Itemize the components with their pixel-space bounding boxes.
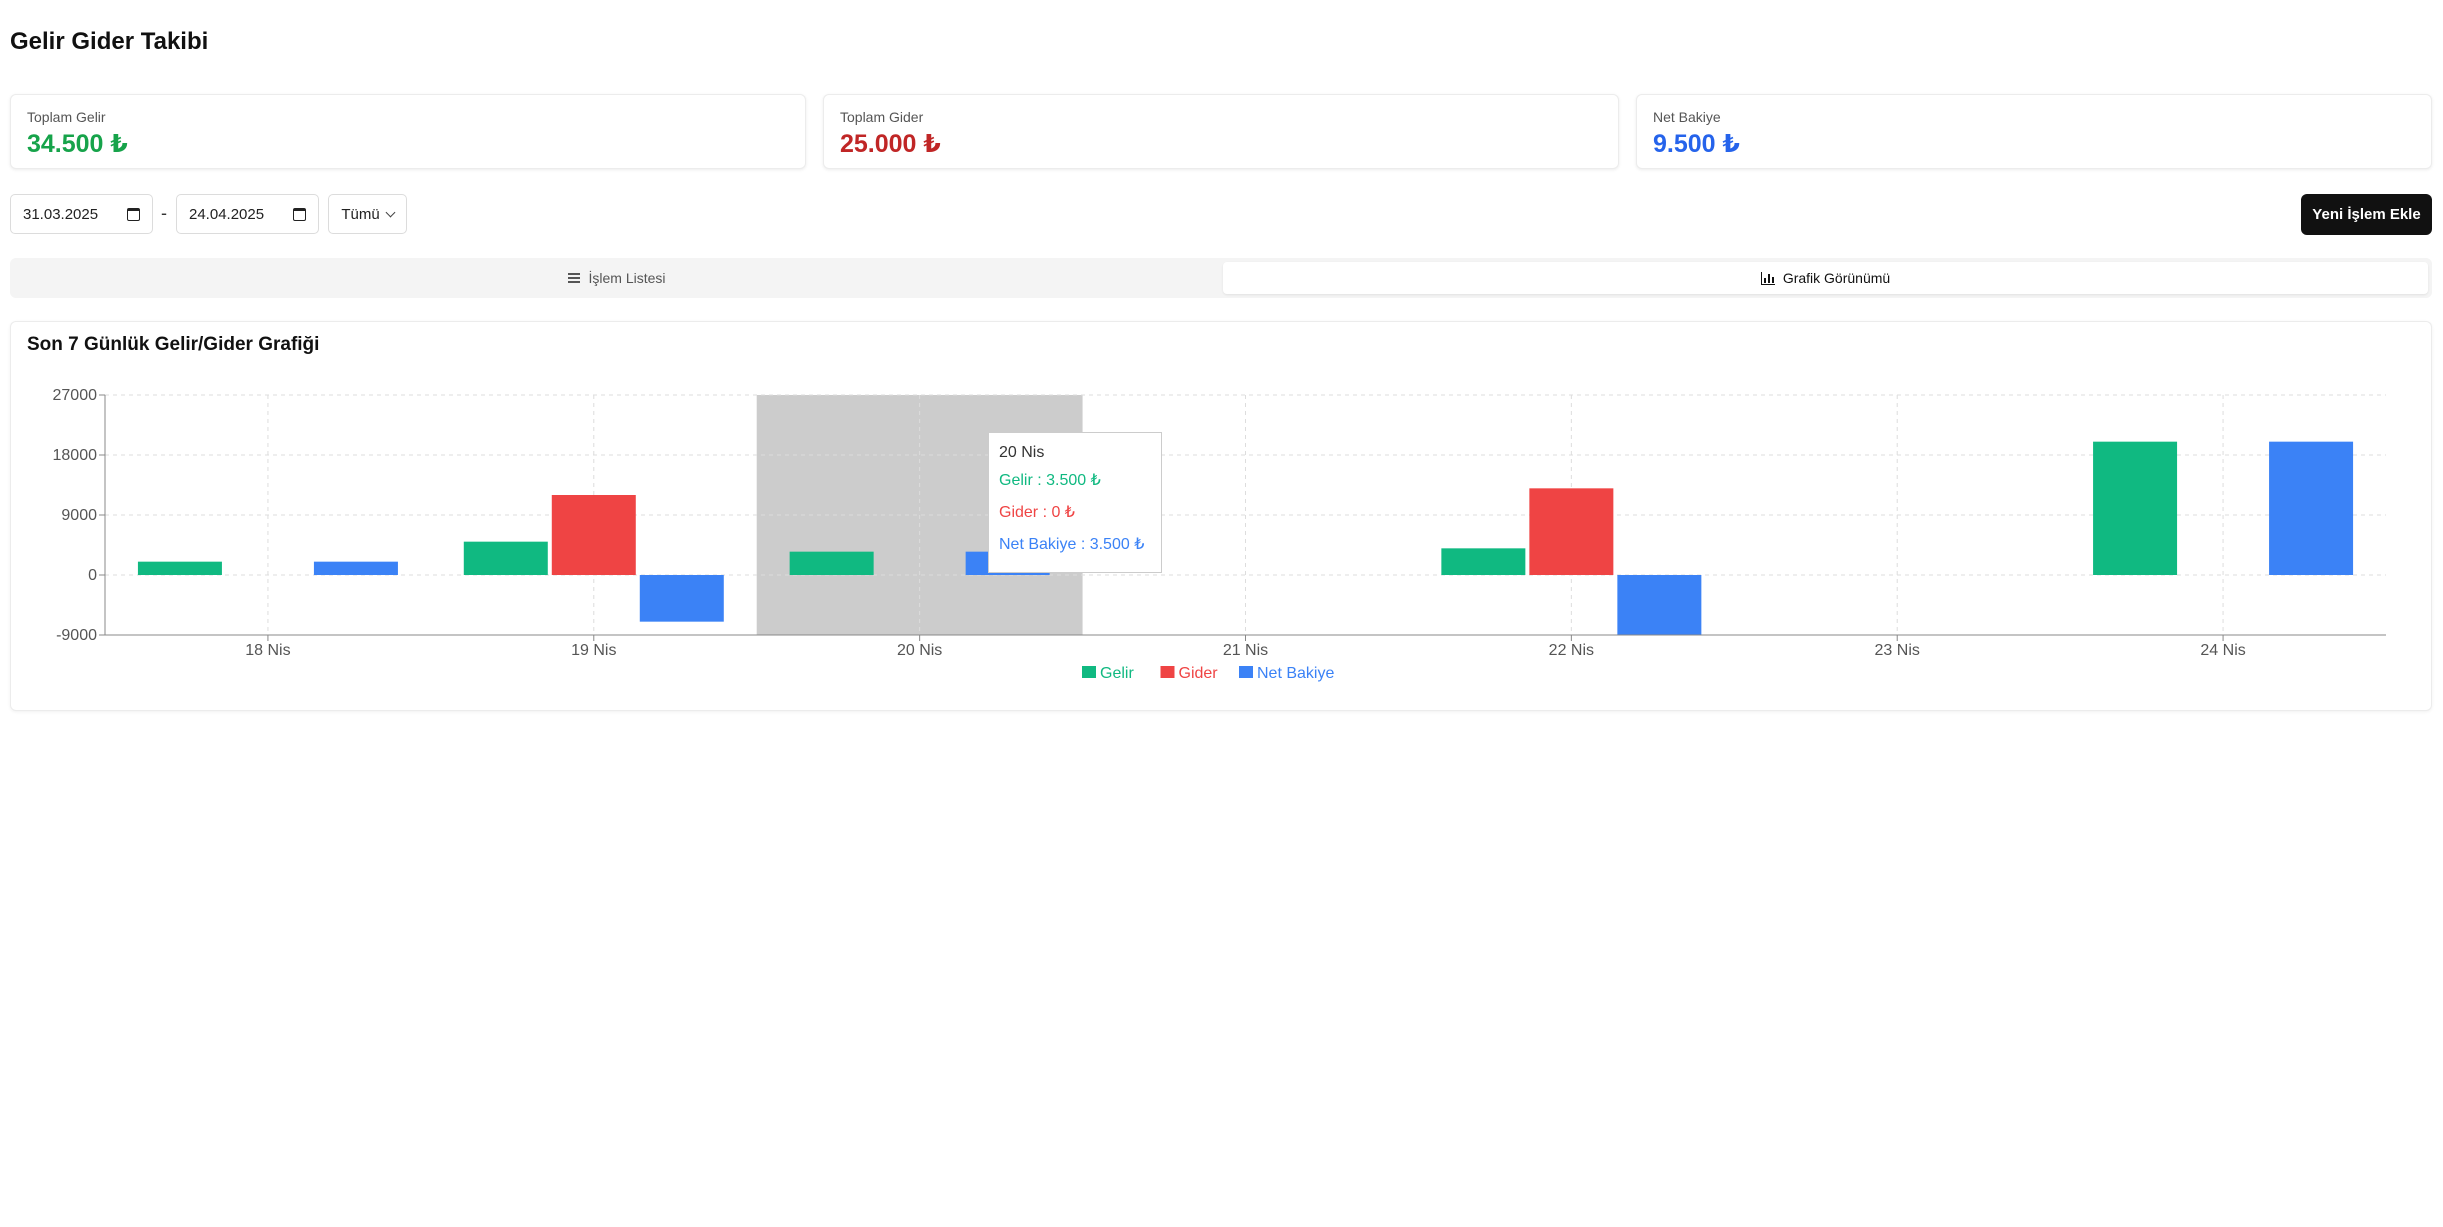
chart-tooltip: 20 Nis Gelir : 3.500 ₺ Gider : 0 ₺ Net B… xyxy=(988,432,1162,573)
legend-item-net-bakiye: Net Bakiye xyxy=(1257,665,1334,682)
legend-item-gelir: Gelir xyxy=(1100,665,1134,682)
bar-gider xyxy=(551,495,636,575)
legend-item-gider: Gider xyxy=(1179,665,1219,682)
tooltip-income: Gelir : 3.500 ₺ xyxy=(999,472,1101,489)
bar-gider xyxy=(1529,488,1614,575)
x-tick-label: 19 Nis xyxy=(571,642,616,659)
legend-swatch xyxy=(1160,666,1175,678)
bar-gelir xyxy=(1441,548,1526,575)
y-tick-label: 27000 xyxy=(53,387,98,404)
tooltip-title: 20 Nis xyxy=(999,444,1045,461)
y-tick-label: 0 xyxy=(88,567,97,584)
legend-swatch xyxy=(1239,666,1253,678)
x-tick-label: 21 Nis xyxy=(1223,642,1268,659)
y-tick-label: 9000 xyxy=(61,507,97,524)
bar-net-bakiye xyxy=(1617,575,1702,635)
bar-net-bakiye xyxy=(313,561,398,575)
bar-gelir xyxy=(2093,441,2178,575)
x-tick-label: 22 Nis xyxy=(1549,642,1594,659)
x-tick-label: 24 Nis xyxy=(2200,642,2245,659)
tooltip-expense: Gider : 0 ₺ xyxy=(999,504,1075,521)
y-tick-label: 18000 xyxy=(53,447,98,464)
x-tick-label: 18 Nis xyxy=(245,642,290,659)
bar-gelir xyxy=(137,561,222,575)
bar-chart: 27000 18000 9000 0 -9000 18 Nis 19 Nis 20 Nis 21… xyxy=(53,387,2386,682)
y-tick-label: -9000 xyxy=(56,627,97,644)
bar-net-bakiye xyxy=(2269,441,2354,575)
bar-gelir xyxy=(463,541,548,575)
bar-gelir xyxy=(789,551,874,575)
bar-net-bakiye xyxy=(639,575,724,622)
tooltip-net: Net Bakiye : 3.500 ₺ xyxy=(999,536,1145,553)
x-tick-label: 20 Nis xyxy=(897,642,942,659)
x-tick-label: 23 Nis xyxy=(1875,642,1920,659)
legend-swatch xyxy=(1082,666,1096,678)
